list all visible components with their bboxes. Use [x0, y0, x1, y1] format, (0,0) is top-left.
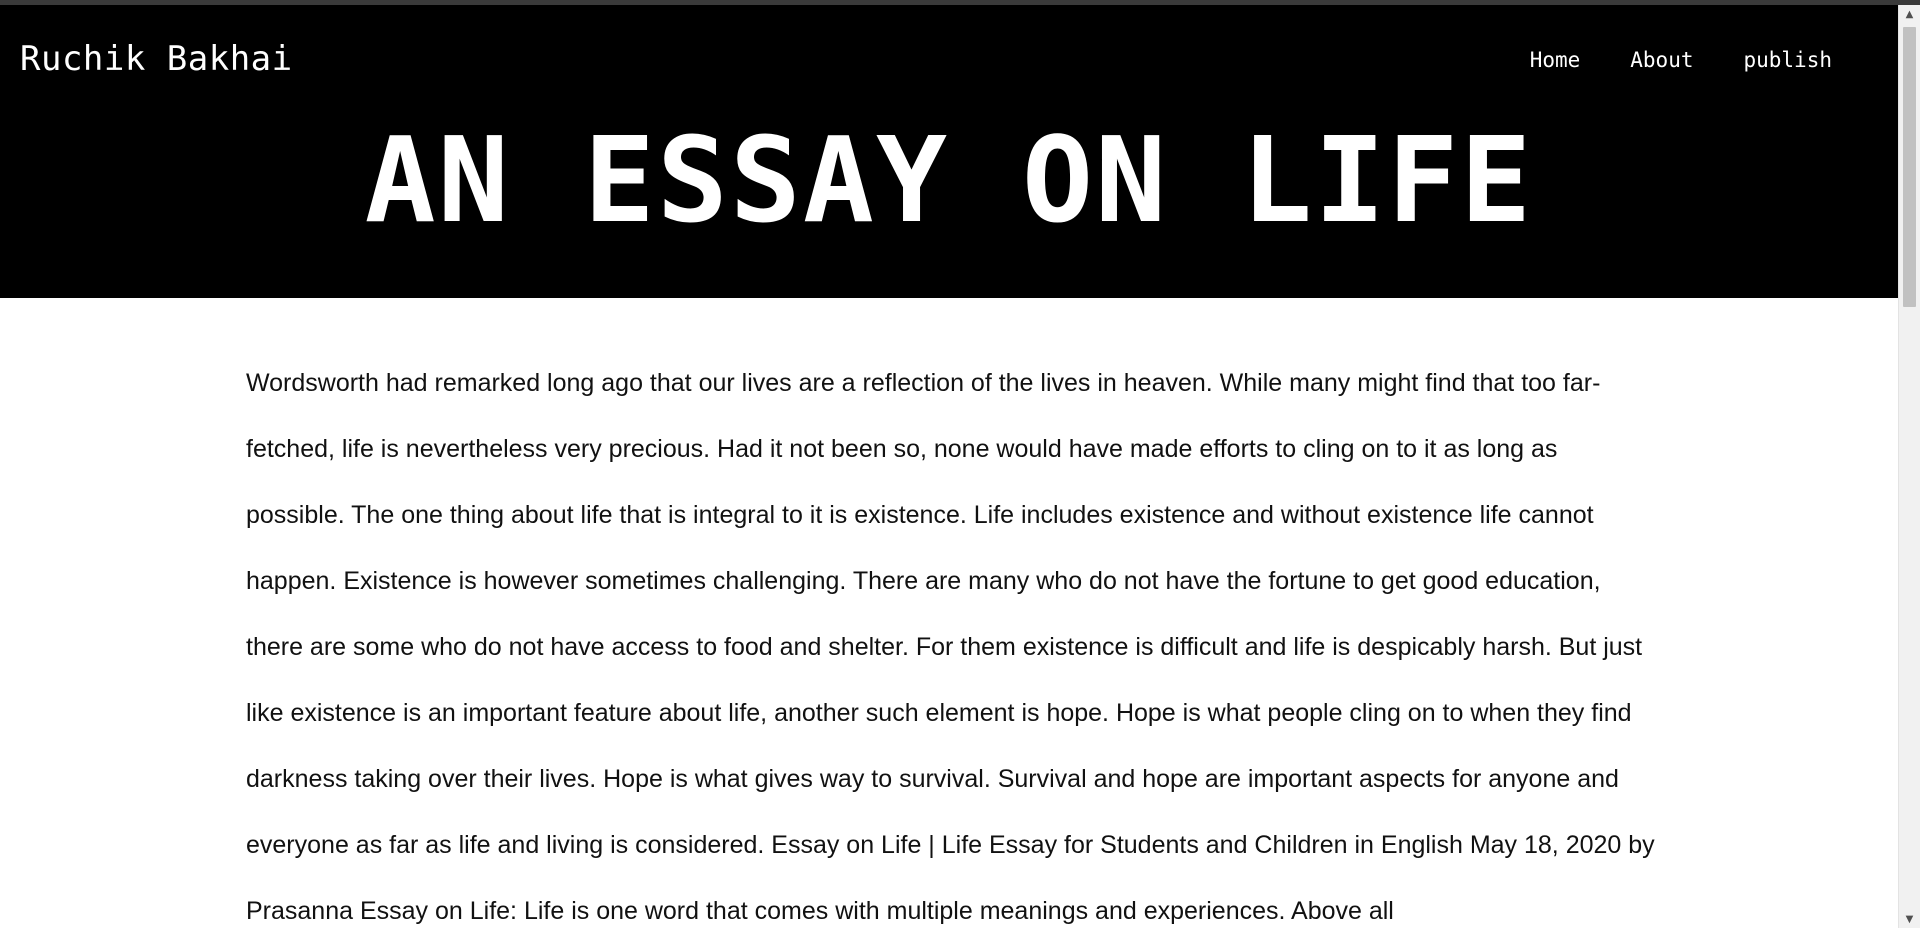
scrollbar-thumb[interactable]	[1903, 27, 1916, 307]
nav-about-link[interactable]: About	[1630, 45, 1693, 75]
nav-home-link[interactable]: Home	[1530, 45, 1581, 75]
article-content: Wordsworth had remarked long ago that ou…	[246, 350, 1656, 928]
scroll-up-icon[interactable]: ▲	[1899, 5, 1920, 23]
article-paragraph: Wordsworth had remarked long ago that ou…	[246, 369, 1655, 925]
scroll-down-icon[interactable]: ▼	[1899, 910, 1920, 928]
main-nav: Home About publish	[1530, 45, 1832, 75]
site-header: Ruchik Bakhai Home About publish AN ESSA…	[0, 5, 1898, 298]
nav-publish-link[interactable]: publish	[1743, 45, 1832, 75]
vertical-scrollbar[interactable]: ▲ ▼	[1898, 5, 1920, 928]
page-title: AN ESSAY ON LIFE	[364, 111, 1534, 249]
site-brand[interactable]: Ruchik Bakhai	[20, 37, 293, 81]
